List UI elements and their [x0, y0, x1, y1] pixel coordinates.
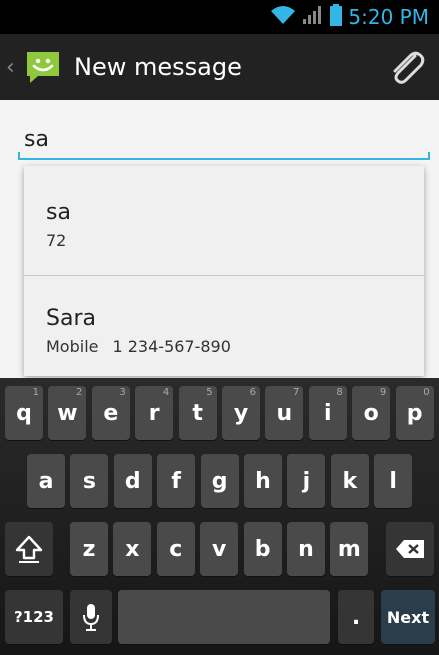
contact-suggestions: sa 72 Sara Mobile 1 234-567-890 [24, 166, 424, 376]
key-r[interactable]: r4 [135, 386, 174, 440]
key-g[interactable]: g [200, 454, 239, 508]
wifi-icon [270, 5, 296, 29]
key-r-hint: 4 [162, 387, 170, 398]
key-n-label: n [298, 536, 314, 562]
key-k-label: k [342, 468, 358, 494]
key-p[interactable]: p0 [395, 386, 434, 440]
key-r-label: r [148, 400, 160, 426]
signal-icon [302, 5, 324, 29]
shift-key[interactable] [5, 522, 53, 576]
backspace-icon [396, 540, 424, 558]
key-l[interactable]: l [374, 454, 413, 508]
key-o[interactable]: o9 [352, 386, 391, 440]
suggestion-name: sa [46, 200, 71, 225]
key-m[interactable]: m [330, 522, 369, 576]
key-c[interactable]: c [156, 522, 195, 576]
key-o-hint: 9 [379, 387, 387, 398]
symbols-key[interactable]: ?123 [5, 590, 63, 644]
symbols-key-label: ?123 [13, 608, 54, 626]
period-key-label: . [351, 604, 361, 630]
key-t-hint: 5 [206, 387, 213, 398]
key-t-label: t [192, 400, 203, 426]
key-j-label: j [302, 468, 311, 494]
status-bar: 5:20 PM [0, 0, 439, 34]
mic-key[interactable] [70, 590, 112, 644]
key-p-label: p [406, 400, 423, 426]
key-s[interactable]: s [70, 454, 109, 508]
recipient-field[interactable] [18, 120, 430, 162]
key-p-hint: 0 [423, 387, 430, 398]
key-q-label: q [16, 400, 32, 426]
suggestion-detail: 1 234-567-890 [112, 337, 231, 356]
next-key-label: Next [386, 607, 430, 627]
key-b-label: b [254, 536, 271, 562]
key-a[interactable]: a [27, 454, 65, 508]
key-d[interactable]: d [113, 454, 152, 508]
key-w-label: w [57, 400, 78, 426]
key-h-label: h [255, 468, 271, 494]
battery-icon [330, 4, 343, 30]
key-t[interactable]: t5 [178, 386, 217, 440]
space-key[interactable] [118, 590, 330, 644]
action-bar: ‹ New message [0, 34, 439, 100]
key-c-label: c [169, 536, 183, 562]
key-w-hint: 2 [76, 387, 83, 398]
soft-keyboard: q 1 w 2 e 3 r 4 t 5 y 6 u 7 i 8 o 9 p 0 a s d f g h j k l z x c v b n m ?123… [0, 378, 439, 655]
key-x-label: x [125, 536, 140, 562]
input-underline [18, 152, 430, 160]
key-g-label: g [211, 468, 228, 494]
recipient-input[interactable] [18, 120, 430, 158]
key-f[interactable]: f [157, 454, 196, 508]
chevron-left-icon[interactable]: ‹ [6, 55, 18, 80]
key-y-label: y [233, 400, 249, 426]
status-time: 5:20 PM [348, 5, 429, 29]
key-w[interactable]: w2 [48, 386, 87, 440]
key-e[interactable]: e3 [91, 386, 130, 440]
key-v[interactable]: v [200, 522, 239, 576]
key-q-hint: 1 [32, 387, 39, 398]
key-n[interactable]: n [287, 522, 325, 576]
suggestion-item[interactable]: sa 72 [24, 166, 424, 270]
messaging-smiley-icon[interactable] [24, 48, 62, 86]
key-d-label: d [124, 468, 141, 494]
key-k[interactable]: k [330, 454, 369, 508]
key-a-label: a [38, 468, 54, 494]
period-key[interactable]: . [338, 590, 374, 644]
key-o-label: o [363, 400, 379, 426]
paperclip-icon[interactable] [385, 46, 429, 90]
key-y-hint: 6 [249, 387, 256, 398]
key-i-hint: 8 [336, 387, 343, 398]
microphone-icon [83, 604, 99, 631]
key-v-label: v [212, 536, 227, 562]
key-z-label: z [82, 536, 96, 562]
key-u-hint: 7 [293, 387, 300, 398]
key-e-hint: 3 [119, 387, 126, 398]
key-i[interactable]: i8 [308, 386, 347, 440]
page-title: New message [74, 53, 242, 81]
key-h[interactable]: h [244, 454, 282, 508]
suggestion-detail-row: Mobile 1 234-567-890 [46, 337, 424, 356]
key-j[interactable]: j [287, 454, 326, 508]
delete-key[interactable] [386, 522, 434, 576]
suggestion-detail-label: Mobile [46, 337, 99, 356]
suggestion-item[interactable]: Sara Mobile 1 234-567-890 [24, 276, 424, 380]
next-key[interactable]: Next [381, 590, 435, 644]
key-u-label: u [276, 400, 293, 426]
key-s-label: s [82, 468, 96, 494]
key-l-label: l [389, 468, 397, 494]
suggestion-name: Sara [46, 306, 96, 331]
shift-icon [15, 535, 43, 563]
suggestion-detail: 72 [46, 231, 67, 250]
key-m-label: m [337, 536, 361, 562]
key-u[interactable]: u7 [265, 386, 304, 440]
key-q[interactable]: q1 [5, 386, 43, 440]
key-f-label: f [171, 468, 181, 494]
key-e-label: e [103, 400, 119, 426]
key-i-label: i [324, 400, 332, 426]
key-b[interactable]: b [243, 522, 282, 576]
key-z[interactable]: z [70, 522, 108, 576]
key-y[interactable]: y6 [222, 386, 260, 440]
key-x[interactable]: x [113, 522, 152, 576]
